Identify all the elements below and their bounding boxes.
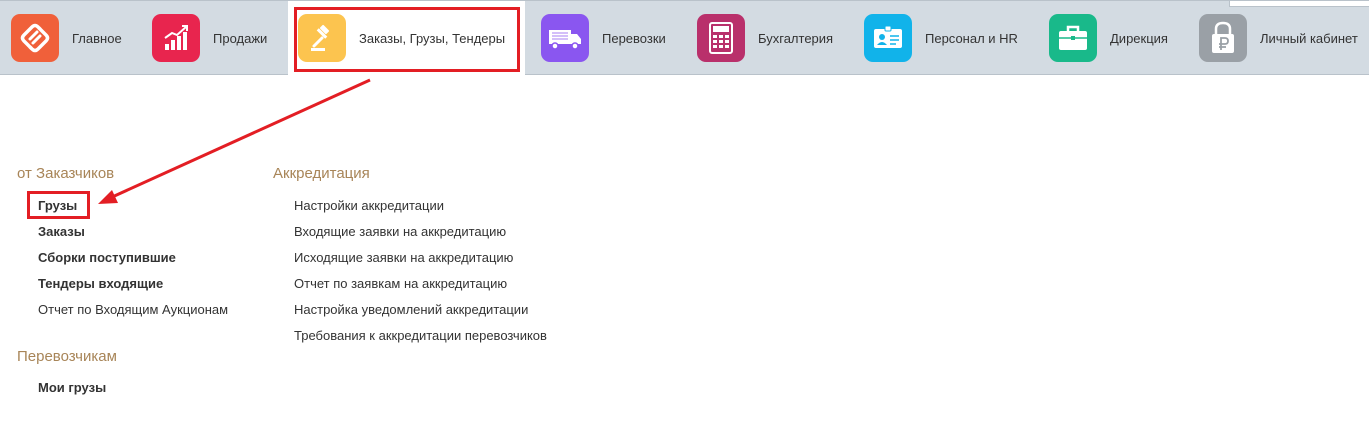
nav-item-label: Заказы, Грузы, Тендеры xyxy=(359,30,506,46)
nav-item-label: Бухгалтерия xyxy=(758,30,834,46)
logo-icon xyxy=(11,14,59,62)
link-orders[interactable]: Заказы xyxy=(38,224,85,239)
link-received-assemblies[interactable]: Сборки поступившие xyxy=(38,250,176,265)
nav-item-hr[interactable]: Персонал и HR xyxy=(864,1,1018,75)
nav-item-label: Продажи xyxy=(213,30,268,46)
link-incoming-accreditation-requests[interactable]: Входящие заявки на аккредитацию xyxy=(294,224,506,239)
link-accreditation-requests-report[interactable]: Отчет по заявкам на аккредитацию xyxy=(294,276,507,291)
top-navigation-bar: Главное Продажи Заказы, Грузы, Тендеры П… xyxy=(0,0,1369,75)
ruble-lock-icon xyxy=(1199,14,1247,62)
link-accreditation-settings[interactable]: Настройки аккредитации xyxy=(294,198,444,213)
nav-item-label: Перевозки xyxy=(602,30,666,46)
nav-item-label: Персонал и HR xyxy=(925,30,1018,46)
section-title-carriers: Перевозчикам xyxy=(17,348,117,365)
link-carrier-accreditation-requirements[interactable]: Требования к аккредитации перевозчиков xyxy=(294,328,547,343)
calculator-icon xyxy=(697,14,745,62)
nav-item-personal-account[interactable]: Личный кабинет xyxy=(1199,1,1358,75)
nav-item-sales[interactable]: Продажи xyxy=(152,1,267,75)
link-accreditation-notification-settings[interactable]: Настройка уведомлений аккредитации xyxy=(294,302,528,317)
link-outgoing-accreditation-requests[interactable]: Исходящие заявки на аккредитацию xyxy=(294,250,513,265)
link-cargo[interactable]: Грузы xyxy=(38,198,77,213)
nav-item-label: Дирекция xyxy=(1110,30,1168,46)
nav-item-label: Главное xyxy=(72,30,122,46)
nav-item-label: Личный кабинет xyxy=(1260,30,1358,46)
gavel-icon xyxy=(298,14,346,62)
nav-item-directorate[interactable]: Дирекция xyxy=(1049,1,1168,75)
nav-item-accounting[interactable]: Бухгалтерия xyxy=(697,1,833,75)
briefcase-icon xyxy=(1049,14,1097,62)
nav-item-main[interactable]: Главное xyxy=(11,1,122,75)
nav-item-transport[interactable]: Перевозки xyxy=(541,1,666,75)
truck-icon xyxy=(541,14,589,62)
link-incoming-tenders[interactable]: Тендеры входящие xyxy=(38,276,163,291)
section-title-customers: от Заказчиков xyxy=(17,165,115,182)
section-title-accreditation: Аккредитация xyxy=(273,165,370,182)
link-incoming-auctions-report[interactable]: Отчет по Входящим Аукционам xyxy=(38,302,228,317)
nav-item-orders[interactable]: Заказы, Грузы, Тендеры xyxy=(288,1,525,75)
id-card-icon xyxy=(864,14,912,62)
sales-chart-icon xyxy=(152,14,200,62)
link-my-cargo[interactable]: Мои грузы xyxy=(38,380,106,395)
